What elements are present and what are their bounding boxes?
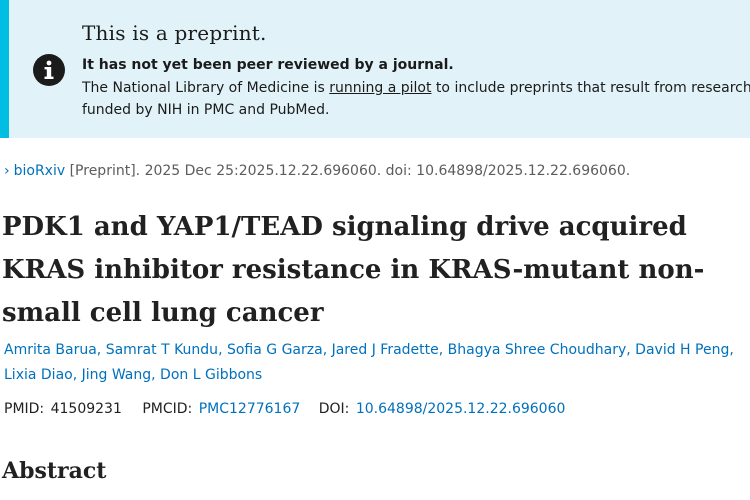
- author-separator: ,: [626, 342, 636, 358]
- author-separator: ,: [218, 342, 227, 358]
- chevron-right-icon[interactable]: ›: [4, 163, 10, 179]
- citation-details: [Preprint]. 2025 Dec 25:2025.12.22.69606…: [65, 163, 631, 179]
- pmid-label: PMID:: [4, 401, 49, 417]
- info-icon: [33, 54, 65, 86]
- article-title: PDK1 and YAP1/TEAD signaling drive acqui…: [2, 212, 705, 328]
- author-link[interactable]: Lixia Diao: [4, 367, 73, 383]
- banner-warning: It has not yet been peer reviewed by a j…: [82, 57, 454, 73]
- preprint-banner: This is a preprint. It has not yet been …: [0, 0, 750, 138]
- banner-message: The National Library of Medicine is runn…: [82, 77, 750, 121]
- author-link[interactable]: Samrat T Kundu: [106, 342, 218, 358]
- author-link[interactable]: Jared J Fradette: [332, 342, 439, 358]
- author-link[interactable]: Amrita Barua: [4, 342, 97, 358]
- author-link[interactable]: David H Peng: [635, 342, 729, 358]
- banner-title: This is a preprint.: [82, 21, 267, 45]
- article-identifiers: PMID: 41509231 PMCID: PMC12776167 DOI: 1…: [4, 401, 565, 417]
- author-link[interactable]: Sofia G Garza: [227, 342, 323, 358]
- abstract-heading: Abstract: [2, 458, 107, 484]
- author-link[interactable]: Don L Gibbons: [160, 367, 262, 383]
- running-a-pilot-link[interactable]: running a pilot: [329, 80, 431, 96]
- journal-link[interactable]: bioRxiv: [14, 163, 66, 179]
- author-separator: ,: [729, 342, 734, 358]
- citation-line: › bioRxiv [Preprint]. 2025 Dec 25:2025.12…: [4, 163, 630, 179]
- author-link[interactable]: Jing Wang: [82, 367, 152, 383]
- doi-label: DOI:: [318, 401, 354, 417]
- author-link[interactable]: Bhagya Shree Choudhary: [448, 342, 627, 358]
- banner-text-start: The National Library of Medicine is: [82, 80, 330, 96]
- author-separator: ,: [438, 342, 448, 358]
- author-separator: ,: [72, 367, 82, 383]
- pmcid-label: PMCID:: [142, 401, 197, 417]
- author-separator: ,: [151, 367, 161, 383]
- pmcid-link[interactable]: PMC12776167: [199, 401, 301, 417]
- author-separator: ,: [96, 342, 106, 358]
- author-separator: ,: [322, 342, 332, 358]
- pmid-value: 41509231: [50, 401, 122, 417]
- doi-link[interactable]: 10.64898/2025.12.22.696060: [356, 401, 566, 417]
- author-list: Amrita Barua, Samrat T Kundu, Sofia G Ga…: [4, 338, 744, 388]
